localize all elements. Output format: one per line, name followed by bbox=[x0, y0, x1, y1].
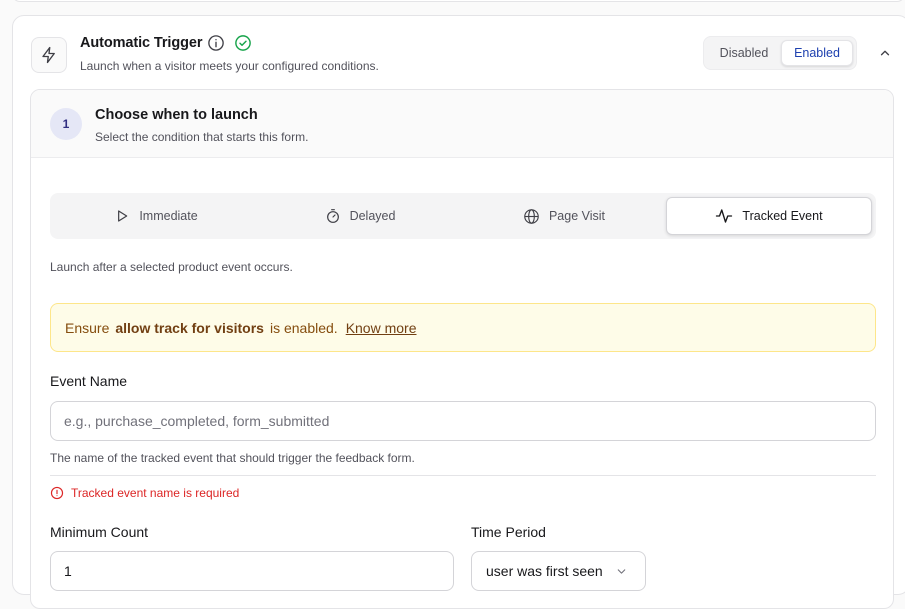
trigger-icon-box bbox=[31, 37, 67, 73]
play-icon bbox=[118, 210, 128, 222]
tab-label: Tracked Event bbox=[742, 209, 823, 223]
lightning-icon bbox=[42, 46, 55, 64]
notice-suffix: is enabled. bbox=[269, 319, 338, 336]
trigger-status-toggle: Disabled Enabled bbox=[703, 36, 857, 70]
previous-section-card bbox=[12, 0, 905, 2]
tab-immediate[interactable]: Immediate bbox=[54, 197, 258, 235]
event-name-help: The name of the tracked event that shoul… bbox=[50, 451, 415, 465]
trigger-subtitle: Launch when a visitor meets your configu… bbox=[80, 59, 379, 73]
time-period-label: Time Period bbox=[471, 524, 546, 540]
activity-icon bbox=[716, 209, 733, 223]
timer-icon bbox=[326, 209, 339, 223]
time-period-value: user was first seen bbox=[486, 563, 603, 579]
step-subtitle: Select the condition that starts this fo… bbox=[95, 130, 309, 144]
tab-tracked-event[interactable]: Tracked Event bbox=[666, 197, 872, 235]
step-title: Choose when to launch bbox=[95, 107, 258, 123]
globe-icon bbox=[524, 208, 539, 224]
chevron-up-icon bbox=[880, 50, 890, 56]
collapse-button[interactable] bbox=[875, 43, 895, 63]
tab-page-visit[interactable]: Page Visit bbox=[462, 197, 666, 235]
error-text: Tracked event name is required bbox=[71, 486, 240, 500]
tab-delayed[interactable]: Delayed bbox=[258, 197, 462, 235]
enabled-option[interactable]: Enabled bbox=[781, 40, 853, 66]
disabled-option[interactable]: Disabled bbox=[707, 40, 781, 66]
time-period-select[interactable]: user was first seen bbox=[471, 551, 646, 591]
alert-circle-icon bbox=[50, 486, 64, 500]
event-name-label: Event Name bbox=[50, 373, 128, 389]
tab-label: Delayed bbox=[349, 209, 396, 223]
minimum-count-input[interactable] bbox=[50, 551, 454, 591]
divider bbox=[50, 475, 876, 476]
launch-mode-tabs: Immediate Delayed Page Visit Tracked Eve… bbox=[50, 193, 876, 239]
notice-prefix: Ensure bbox=[65, 319, 110, 336]
check-circle-icon bbox=[234, 34, 252, 57]
tracking-notice: Ensure allow track for visitors is enabl… bbox=[50, 303, 876, 352]
automatic-trigger-card: Automatic Trigger Launch when a visitor … bbox=[12, 15, 905, 609]
minimum-count-label: Minimum Count bbox=[50, 524, 149, 540]
step-header: 1 Choose when to launch Select the condi… bbox=[31, 90, 893, 158]
event-name-error: Tracked event name is required bbox=[50, 486, 239, 500]
event-name-input[interactable] bbox=[50, 401, 876, 441]
notice-emphasis: allow track for visitors bbox=[115, 319, 264, 336]
step-number-badge: 1 bbox=[50, 108, 82, 140]
chevron-down-icon bbox=[617, 568, 626, 574]
tab-description: Launch after a selected product event oc… bbox=[50, 260, 293, 274]
know-more-link[interactable]: Know more bbox=[346, 320, 417, 336]
trigger-title: Automatic Trigger bbox=[80, 35, 203, 51]
launch-condition-step: 1 Choose when to launch Select the condi… bbox=[30, 89, 894, 609]
info-icon[interactable] bbox=[207, 34, 225, 57]
tab-label: Page Visit bbox=[548, 209, 606, 223]
tab-label: Immediate bbox=[139, 209, 198, 223]
